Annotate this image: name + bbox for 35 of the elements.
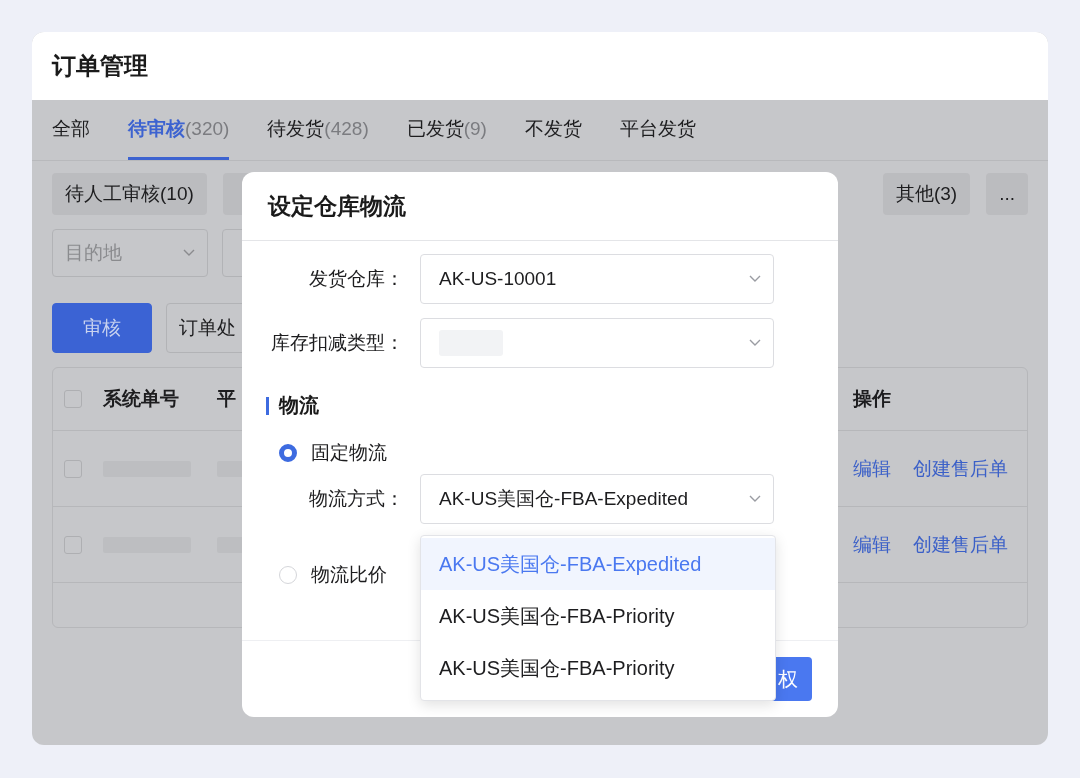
dropdown-option[interactable]: AK-US美国仓-FBA-Priority <box>421 590 775 642</box>
page-title: 订单管理 <box>52 51 148 81</box>
radio-button[interactable] <box>279 444 297 462</box>
select-field[interactable]: AK-US-10001 <box>420 254 774 304</box>
chevron-down-icon <box>749 275 761 283</box>
table-link[interactable]: 编辑 <box>853 531 891 558</box>
checkbox[interactable] <box>64 535 82 554</box>
chevron-down-icon <box>749 339 761 347</box>
column-header: 操作 <box>853 388 891 409</box>
checkbox[interactable] <box>64 459 82 478</box>
tab[interactable]: 全部 <box>52 100 90 160</box>
tab[interactable]: 平台发货 <box>619 100 696 160</box>
dropdown-option[interactable]: AK-US美国仓-FBA-Expedited <box>421 538 775 590</box>
field-label: 发货仓库： <box>308 267 404 291</box>
radio-option[interactable]: 物流比价 <box>279 562 387 588</box>
filter-chip[interactable]: 待人工审核(10) <box>52 173 207 215</box>
column-header: 平 <box>217 388 236 409</box>
tab[interactable]: 不发货 <box>524 100 582 160</box>
filter-chip[interactable]: ... <box>986 173 1028 215</box>
column-header: 系统单号 <box>103 388 179 409</box>
select-field[interactable] <box>420 318 774 368</box>
tab[interactable]: 待发货(428) <box>267 100 369 160</box>
chevron-down-icon <box>183 249 195 257</box>
table-link[interactable]: 编辑 <box>853 455 891 482</box>
radio-option[interactable]: 固定物流 <box>279 440 387 466</box>
dialog-title: 设定仓库物流 <box>268 191 406 221</box>
filter-chip[interactable]: 其他(3) <box>882 173 971 215</box>
section-title: 物流 <box>279 393 319 418</box>
field-label: 库存扣减类型： <box>270 331 404 355</box>
action-button[interactable]: 审核 <box>52 303 152 353</box>
select-field[interactable]: AK-US美国仓-FBA-Expedited <box>420 474 774 524</box>
chevron-down-icon <box>749 495 761 503</box>
tab[interactable]: 已发货(9) <box>406 100 487 160</box>
checkbox[interactable] <box>64 390 82 408</box>
field-label: 物流方式： <box>308 487 404 511</box>
